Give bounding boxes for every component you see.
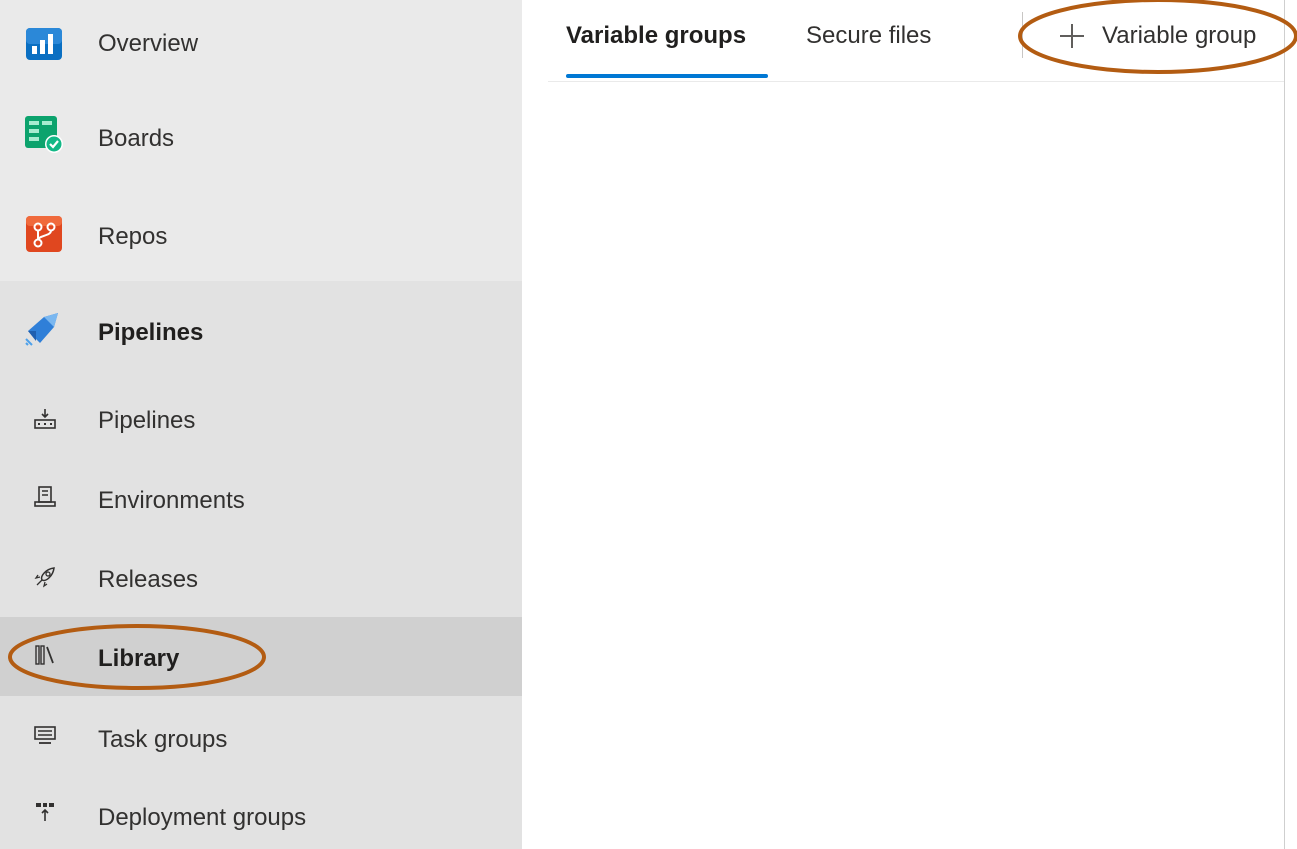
sidebar-item-label: Releases — [98, 566, 199, 593]
add-variable-group-button[interactable]: Variable group — [1058, 14, 1256, 58]
sidebar-item-label: Environments — [98, 487, 245, 514]
sidebar-section-pipelines[interactable]: Pipelines — [0, 281, 522, 379]
sidebar-item-label: Library — [98, 645, 180, 672]
environments-icon — [34, 486, 56, 507]
tab-bar: Variable groups Secure files Variable gr… — [548, 0, 1284, 82]
scrollbar-edge — [1284, 0, 1297, 849]
active-tab-indicator — [566, 74, 768, 78]
sidebar-item-label: Overview — [98, 30, 199, 57]
library-icon — [35, 645, 54, 665]
sidebar-item-label: Repos — [98, 223, 168, 250]
main-content: Variable groups Secure files Variable gr… — [522, 0, 1284, 849]
sidebar-item-overview[interactable]: Overview — [0, 0, 522, 88]
sidebar-item-label: Deployment groups — [98, 804, 307, 831]
sidebar-item-library[interactable]: Library — [0, 617, 522, 696]
sidebar-item-pipelines[interactable]: Pipelines — [0, 379, 522, 459]
pipelines-icon — [34, 409, 56, 429]
task-groups-icon — [34, 726, 56, 744]
sidebar-item-boards[interactable]: Boards — [0, 94, 522, 188]
sidebar-item-repos[interactable]: Repos — [0, 188, 522, 281]
overview-icon — [26, 28, 62, 60]
sidebar-item-label: Boards — [98, 125, 175, 152]
tab-variable-groups[interactable]: Variable groups — [566, 22, 746, 50]
sidebar-item-label: Pipelines — [98, 319, 204, 346]
deployment-groups-icon — [36, 803, 54, 821]
sidebar-item-task-groups[interactable]: Task groups — [0, 696, 522, 776]
add-button-label: Variable group — [1102, 22, 1257, 49]
pipelines-section-icon — [25, 313, 58, 346]
plus-icon — [1060, 24, 1084, 48]
rocket-icon — [34, 567, 55, 588]
sidebar-item-label: Pipelines — [98, 407, 196, 434]
tab-divider — [1022, 12, 1023, 58]
boards-icon — [25, 116, 63, 153]
sidebar: Overview Boards Repos Pipelines Pipeline… — [0, 0, 522, 849]
sidebar-item-label: Task groups — [98, 726, 228, 753]
repos-icon — [26, 216, 62, 252]
sidebar-item-environments[interactable]: Environments — [0, 459, 522, 539]
tab-secure-files[interactable]: Secure files — [806, 22, 931, 50]
sidebar-item-deployment-groups[interactable]: Deployment groups — [0, 776, 522, 849]
sidebar-item-releases[interactable]: Releases — [0, 539, 522, 617]
